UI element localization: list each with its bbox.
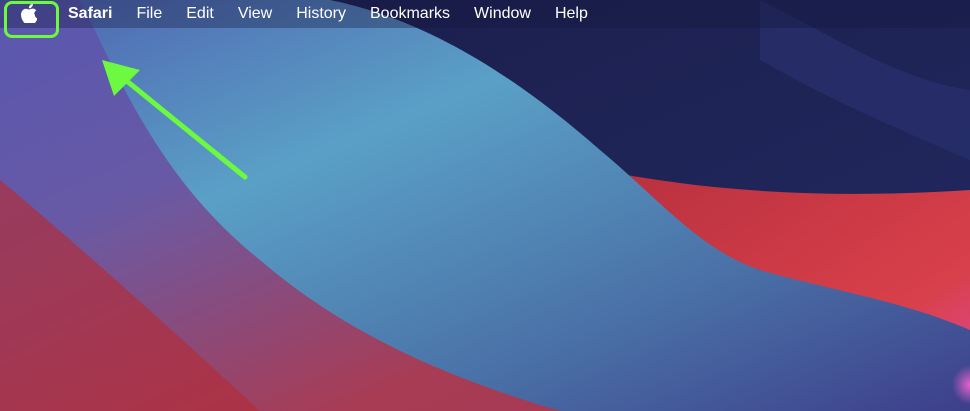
menu-bar: Safari File Edit View History Bookmarks … [0,0,970,28]
menu-help[interactable]: Help [543,0,600,28]
menu-history[interactable]: History [284,0,358,28]
menu-bookmarks[interactable]: Bookmarks [358,0,462,28]
menu-window[interactable]: Window [462,0,543,28]
menu-edit[interactable]: Edit [174,0,226,28]
menu-view[interactable]: View [226,0,284,28]
menu-file[interactable]: File [124,0,174,28]
menu-safari[interactable]: Safari [58,0,124,28]
apple-menu[interactable] [0,0,58,28]
apple-icon [21,3,37,23]
desktop: Safari File Edit View History Bookmarks … [0,0,970,411]
wallpaper [0,0,970,411]
